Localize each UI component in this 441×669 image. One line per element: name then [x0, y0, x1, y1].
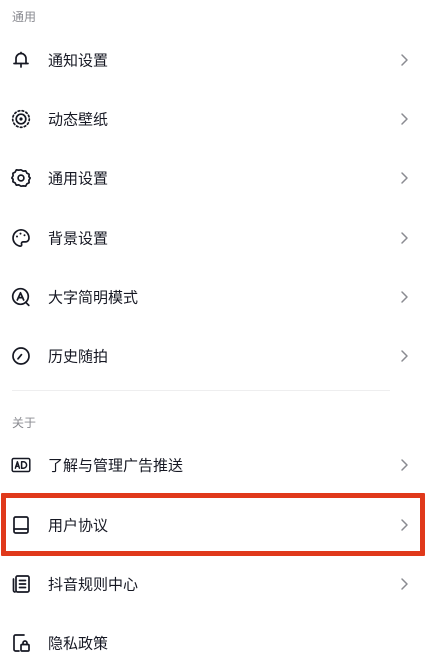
settings-item-label: 用户协议 [48, 516, 109, 535]
settings-item-history[interactable]: 历史随拍 [0, 330, 441, 382]
settings-item-label: 背景设置 [48, 229, 109, 248]
settings-item-label: 通用设置 [48, 169, 109, 188]
settings-item-label: 历史随拍 [48, 347, 109, 366]
settings-item-rules-center[interactable]: 抖音规则中心 [0, 558, 441, 610]
section-divider [12, 390, 390, 391]
chevron-right-icon [399, 577, 409, 591]
history-clock-icon [11, 346, 31, 366]
chevron-right-icon [399, 518, 409, 532]
settings-item-label: 动态壁纸 [48, 110, 109, 129]
settings-item-label: 隐私政策 [48, 634, 109, 653]
chevron-right-icon [399, 53, 409, 67]
chevron-right-icon [399, 349, 409, 363]
chevron-right-icon [399, 231, 409, 245]
settings-item-label: 大字简明模式 [48, 288, 139, 307]
settings-item-background[interactable]: 背景设置 [0, 212, 441, 264]
live-wallpaper-icon [11, 109, 31, 129]
chevron-right-icon [399, 112, 409, 126]
settings-item-general[interactable]: 通用设置 [0, 152, 441, 204]
section-header-general: 通用 [12, 10, 37, 24]
section-header-about: 关于 [12, 416, 37, 430]
settings-item-label: 通知设置 [48, 51, 109, 70]
chevron-right-icon [399, 458, 409, 472]
settings-item-large-text[interactable]: 大字简明模式 [0, 271, 441, 323]
settings-item-notification[interactable]: 通知设置 [0, 34, 441, 86]
chevron-right-icon [399, 290, 409, 304]
settings-item-label: 抖音规则中心 [48, 575, 139, 594]
rules-document-icon [11, 574, 31, 594]
privacy-lock-icon [11, 633, 31, 653]
large-text-icon [11, 287, 31, 307]
book-icon [11, 515, 31, 535]
gear-icon [11, 168, 31, 188]
palette-icon [11, 228, 31, 248]
bell-icon [11, 50, 31, 70]
settings-item-ads[interactable]: 了解与管理广告推送 [0, 439, 441, 491]
ad-icon [11, 455, 31, 475]
chevron-right-icon [399, 171, 409, 185]
settings-item-wallpaper[interactable]: 动态壁纸 [0, 93, 441, 145]
settings-item-user-agreement[interactable]: 用户协议 [0, 499, 441, 551]
settings-item-privacy[interactable]: 隐私政策 [0, 617, 441, 669]
settings-item-label: 了解与管理广告推送 [48, 456, 184, 475]
